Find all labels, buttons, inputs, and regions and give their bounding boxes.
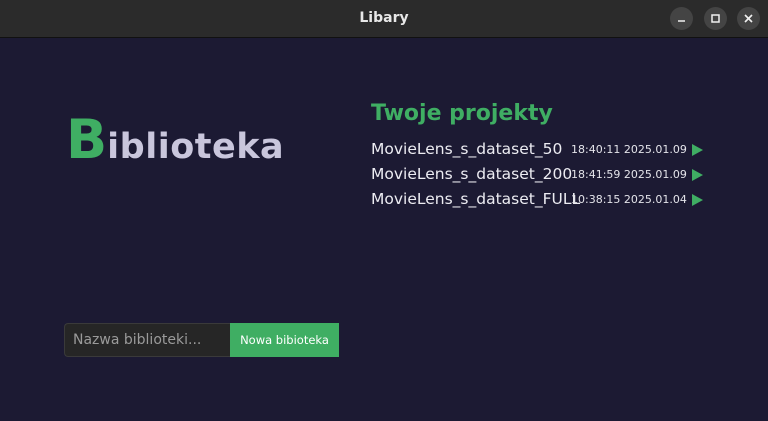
new-library-button[interactable]: Nowa bibioteka — [230, 323, 339, 357]
projects-heading: Twoje projekty — [371, 101, 553, 126]
minimize-icon — [678, 20, 685, 22]
maximize-button[interactable] — [704, 7, 727, 30]
library-name-input[interactable] — [64, 323, 230, 357]
minimize-button[interactable] — [670, 7, 693, 30]
project-row[interactable]: MovieLens_s_dataset_200 18:41:59 2025.01… — [371, 165, 711, 187]
maximize-icon — [711, 14, 720, 23]
project-name[interactable]: MovieLens_s_dataset_200 — [371, 165, 572, 183]
project-row[interactable]: MovieLens_s_dataset_FULL 10:38:15 2025.0… — [371, 190, 711, 212]
project-row[interactable]: MovieLens_s_dataset_50 18:40:11 2025.01.… — [371, 140, 711, 162]
project-date: 18:40:11 2025.01.09 — [571, 143, 687, 156]
play-icon[interactable] — [692, 144, 703, 156]
app-window: Libary Biblioteka Twoje projekty MovieLe… — [0, 0, 768, 421]
project-name[interactable]: MovieLens_s_dataset_50 — [371, 140, 562, 158]
play-icon[interactable] — [692, 169, 703, 181]
logo-initial: B — [66, 108, 108, 171]
project-name[interactable]: MovieLens_s_dataset_FULL — [371, 190, 580, 208]
logo-text: iblioteka — [107, 127, 285, 167]
project-date: 10:38:15 2025.01.04 — [571, 193, 687, 206]
close-icon — [744, 14, 753, 23]
play-icon[interactable] — [692, 194, 703, 206]
window-title: Libary — [359, 10, 409, 26]
project-date: 18:41:59 2025.01.09 — [571, 168, 687, 181]
title-bar[interactable]: Libary — [0, 0, 768, 38]
app-logo: Biblioteka — [66, 110, 284, 170]
close-button[interactable] — [737, 7, 760, 30]
